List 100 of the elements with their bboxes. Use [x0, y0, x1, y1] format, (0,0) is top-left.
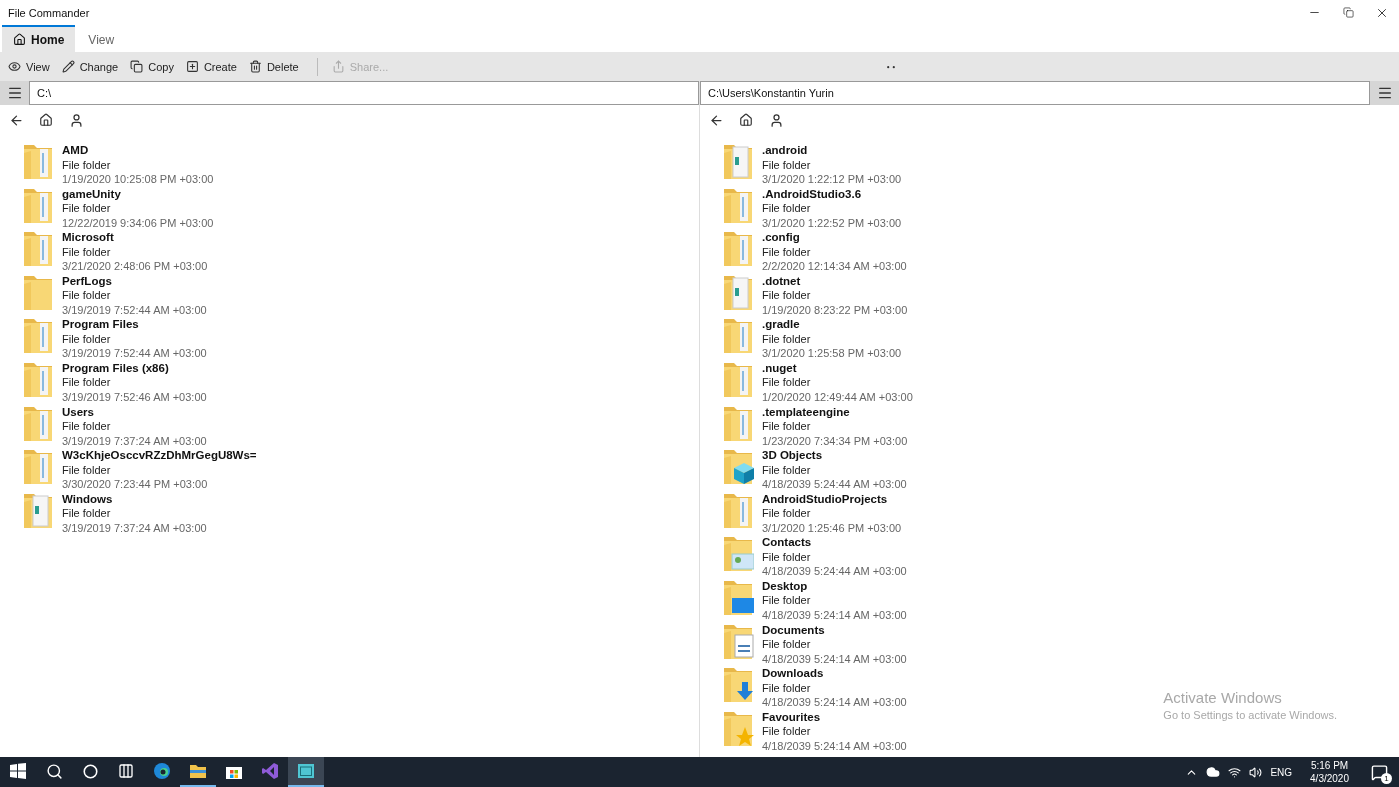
folder-name[interactable]: .templateengine	[762, 404, 908, 420]
language-indicator[interactable]: ENG	[1270, 766, 1293, 778]
folder-icon	[24, 404, 54, 441]
folder-type: File folder	[762, 331, 812, 347]
folder-name[interactable]: .config	[762, 230, 907, 245]
restore-icon	[1342, 7, 1354, 18]
folder-icon	[724, 709, 754, 746]
folder-name[interactable]: W3cKhjeOsccvRZzDhMrGegU8Ws=	[62, 448, 257, 463]
change-icon	[61, 60, 75, 73]
toolbar-button[interactable]: Copy	[126, 54, 182, 79]
folder-type: File folder	[62, 201, 112, 216]
wifi-icon[interactable]	[1228, 765, 1242, 779]
home-icon	[13, 33, 26, 46]
activation-message: Go to Settings to activate Windows.	[1163, 709, 1337, 721]
folder-type: File folder	[762, 680, 812, 696]
folder-name[interactable]: Program Files (x86)	[62, 360, 207, 376]
folder-type: File folder	[762, 593, 812, 608]
folder-date: 1/20/2020 12:49:44 AM +03:00	[762, 389, 913, 405]
folder-date: 4/18/2039 5:24:14 AM +03:00	[762, 738, 907, 754]
clock-date[interactable]: 4/3/2020	[1310, 772, 1349, 785]
delete-icon	[248, 60, 262, 73]
menu-button[interactable]	[1370, 81, 1399, 105]
folder-icon	[24, 230, 54, 267]
folder-name[interactable]: 3D Objects	[762, 448, 907, 463]
folder-icon	[24, 360, 54, 397]
folder-name[interactable]: AMD	[62, 143, 214, 158]
folder-type: File folder	[62, 462, 112, 478]
share-icon	[331, 60, 345, 73]
folder-type: File folder	[62, 375, 112, 390]
folder-name[interactable]: Documents	[762, 622, 907, 638]
notification-icon	[1370, 763, 1388, 781]
folder-icon	[24, 491, 54, 528]
folder-date: 12/22/2019 9:34:06 PM +03:00	[62, 215, 214, 231]
cloud-icon[interactable]	[1206, 765, 1221, 779]
circle-icon	[82, 763, 98, 779]
folder-date: 3/1/2020 1:22:52 PM +03:00	[762, 215, 902, 231]
grip-icon[interactable]	[887, 66, 895, 69]
folder-icon	[24, 273, 54, 310]
folder-date: 4/18/2039 5:24:14 AM +03:00	[762, 607, 907, 623]
folder-date: 1/19/2020 8:23:22 PM +03:00	[762, 302, 908, 318]
folder-date: 3/19/2019 7:37:24 AM +03:00	[62, 520, 207, 536]
volume-icon[interactable]	[1249, 765, 1263, 779]
toolbar-button[interactable]: Create	[181, 54, 245, 79]
folder-name[interactable]: Windows	[62, 491, 207, 507]
menu-button[interactable]	[0, 81, 29, 105]
toolbar-button[interactable]: Delete	[244, 54, 307, 79]
folder-type: File folder	[762, 157, 812, 172]
folder-name[interactable]: .AndroidStudio3.6	[762, 186, 902, 202]
create-icon	[185, 60, 199, 73]
task-view-icon	[118, 763, 134, 779]
folder-icon	[724, 273, 754, 310]
folder-icon	[724, 186, 754, 223]
folder-date: 2/2/2020 12:14:34 AM +03:00	[762, 259, 907, 274]
folder-type: File folder	[62, 506, 112, 521]
folder-date: 3/19/2019 7:37:24 AM +03:00	[62, 433, 207, 449]
folder-date: 3/19/2019 7:52:44 AM +03:00	[62, 302, 207, 318]
folder-name[interactable]: PerfLogs	[62, 273, 207, 289]
folder-type: File folder	[762, 637, 812, 652]
clock-time[interactable]: 5:16 PM	[1310, 759, 1349, 772]
folder-name[interactable]: .nuget	[762, 360, 913, 376]
folder-type: File folder	[762, 462, 812, 478]
folder-type: File folder	[62, 288, 112, 303]
folder-name[interactable]: Favourites	[762, 709, 907, 725]
toolbar-button[interactable]: View	[4, 54, 58, 79]
folder-icon	[724, 143, 754, 179]
home-icon	[39, 113, 53, 127]
folder-date: 3/30/2020 7:23:44 PM +03:00	[62, 477, 209, 492]
folder-name[interactable]: .dotnet	[762, 273, 908, 289]
ribbon-tab[interactable]: Home	[2, 25, 76, 52]
search-icon	[45, 762, 63, 780]
folder-name[interactable]: Downloads	[762, 666, 907, 681]
folder-type: File folder	[762, 244, 812, 260]
folder-date: 4/18/2039 5:24:44 AM +03:00	[762, 477, 907, 492]
folder-name[interactable]: Users	[62, 404, 207, 420]
folder-icon	[24, 143, 54, 179]
folder-date: 3/21/2020 2:48:06 PM +03:00	[62, 259, 208, 274]
path-field[interactable]: C:\Users\Konstantin Yurin	[700, 81, 1370, 105]
folder-name[interactable]: Contacts	[762, 535, 907, 550]
folder-icon	[724, 404, 754, 441]
folder-date: 3/1/2020 1:22:12 PM +03:00	[762, 172, 902, 187]
notifications-button[interactable]: 1	[1367, 760, 1391, 784]
folder-name[interactable]: gameUnity	[62, 186, 214, 202]
folder-name[interactable]: .gradle	[762, 317, 902, 332]
menu-icon	[1376, 85, 1393, 101]
folder-icon	[24, 317, 54, 354]
folder-name[interactable]: AndroidStudioProjects	[762, 491, 902, 507]
folder-date: 3/19/2019 7:52:46 AM +03:00	[62, 389, 207, 405]
folder-icon	[724, 317, 754, 354]
folder-date: 1/19/2020 10:25:08 PM +03:00	[62, 172, 214, 187]
folder-type: File folder	[62, 419, 112, 434]
home-icon	[739, 113, 753, 127]
folder-name[interactable]: .android	[762, 143, 902, 158]
folder-name[interactable]: Microsoft	[62, 230, 208, 245]
menu-icon	[6, 85, 23, 101]
folder-name[interactable]: Program Files	[62, 317, 207, 332]
toolbar-button[interactable]: Change	[57, 54, 127, 79]
folder-name[interactable]: Desktop	[762, 578, 907, 594]
folder-type: File folder	[762, 419, 812, 434]
activation-title: Activate Windows	[1163, 689, 1283, 706]
path-field[interactable]: C:\	[29, 81, 699, 105]
